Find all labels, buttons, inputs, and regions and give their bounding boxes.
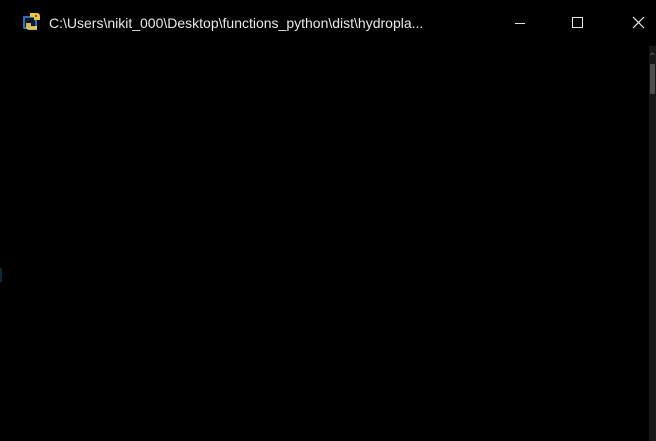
vertical-scrollbar[interactable] (649, 46, 656, 441)
window-title: C:\Users\nikit_000\Desktop\functions_pyt… (49, 15, 424, 31)
close-button[interactable] (614, 0, 656, 46)
window-edge-mark (0, 268, 2, 282)
console-window: C:\Users\nikit_000\Desktop\functions_pyt… (0, 0, 656, 441)
scrollbar-thumb[interactable] (650, 64, 655, 94)
scroll-up-arrow-icon[interactable] (649, 46, 656, 62)
python-icon[interactable] (22, 12, 42, 32)
minimize-button[interactable] (497, 0, 543, 46)
console-output-area[interactable] (0, 46, 649, 441)
maximize-icon (572, 17, 583, 28)
minimize-icon (515, 23, 525, 24)
close-icon (632, 16, 645, 29)
maximize-button[interactable] (554, 0, 600, 46)
title-bar[interactable]: C:\Users\nikit_000\Desktop\functions_pyt… (0, 0, 656, 46)
